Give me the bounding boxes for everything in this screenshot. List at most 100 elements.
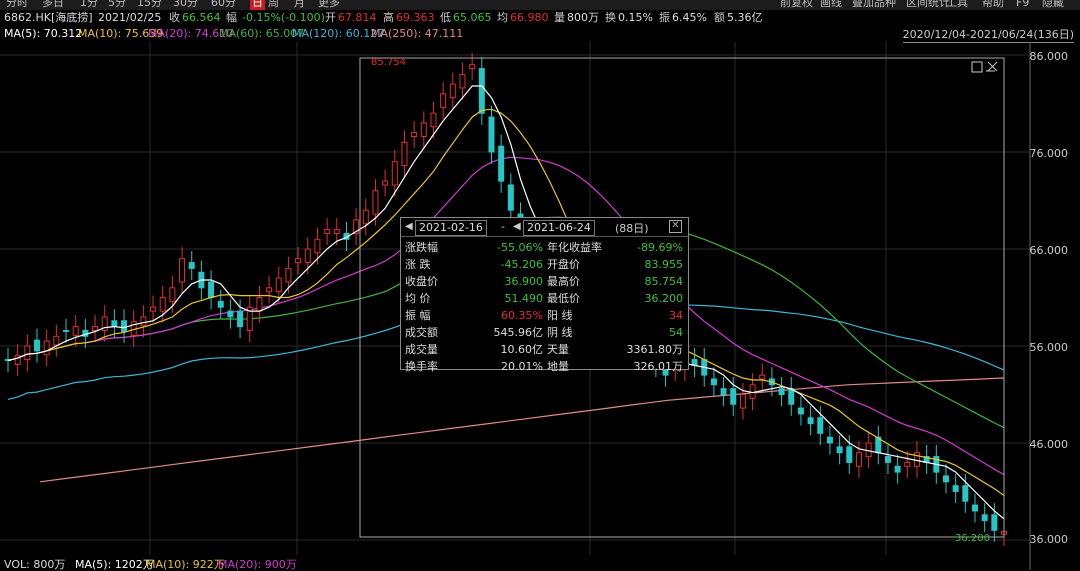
candle-body xyxy=(488,116,495,153)
candle-body xyxy=(991,514,998,531)
candle-body xyxy=(314,238,321,254)
end-date-field[interactable]: 2021-06-24 xyxy=(523,220,595,236)
prev-date-arrow-icon[interactable]: ◀ xyxy=(405,221,413,232)
stat-label: 天量 xyxy=(547,343,569,356)
candle-body xyxy=(237,310,244,328)
candle-body xyxy=(179,258,186,283)
candle-body xyxy=(150,306,157,312)
stat-value: 36.200 xyxy=(644,292,684,305)
candle-body xyxy=(227,310,234,318)
stat-label: 收盘价 xyxy=(405,275,438,288)
stat-value: -89.69% xyxy=(637,241,683,254)
volume-legend-row: VOL: 800万 MA(5): 1202万 MA(10): 922万 MA(2… xyxy=(0,558,1080,571)
candle-body xyxy=(333,229,340,234)
range-stats-panel: ◀ 2021-02-16 - ◀ 2021-06-24 (88日) ✕ 涨跌幅 -… xyxy=(400,217,689,373)
vol-ma20-label: MA(20): 900万 xyxy=(218,558,297,571)
y-tick-36: 36.000 xyxy=(1029,533,1069,546)
stat-value: 34 xyxy=(669,309,683,322)
date-separator: - xyxy=(501,220,505,233)
candle-body xyxy=(855,452,862,467)
candle-body xyxy=(34,339,41,352)
candle-body xyxy=(710,378,717,386)
candle-body xyxy=(904,461,911,467)
candle-body xyxy=(362,209,369,225)
candle-body xyxy=(382,180,389,186)
candle-body xyxy=(981,514,988,522)
candle-body xyxy=(275,277,282,293)
candle-body xyxy=(846,446,853,463)
candle-body xyxy=(430,112,437,128)
stat-value: 85.754 xyxy=(644,275,684,288)
stat-value: 51.490 xyxy=(504,292,544,305)
stat-label: 地量 xyxy=(547,360,569,373)
stat-value: 3361.80万 xyxy=(626,343,684,356)
candle-body xyxy=(730,388,737,405)
candle-body xyxy=(63,329,70,332)
candle-body xyxy=(797,407,804,415)
candle-body xyxy=(498,145,505,182)
candle-body xyxy=(749,384,756,399)
stat-value: 83.955 xyxy=(644,258,684,271)
candle-body xyxy=(739,394,746,409)
vol-ma10-label: MA(10): 922万 xyxy=(146,558,225,571)
stat-value: 326.01万 xyxy=(633,360,684,373)
stat-label: 阳 线 xyxy=(547,309,573,322)
candle-body xyxy=(459,73,466,89)
stat-label: 均 价 xyxy=(405,292,431,305)
candle-body xyxy=(478,68,485,114)
y-tick-66: 66.000 xyxy=(1029,244,1069,257)
close-panel-icon[interactable]: ✕ xyxy=(669,220,682,233)
candle-body xyxy=(72,326,79,336)
candle-body xyxy=(720,388,727,395)
candle-body xyxy=(111,320,118,328)
stat-value: 54 xyxy=(669,326,683,339)
y-tick-86: 86.000 xyxy=(1029,50,1069,63)
next-date-arrow-icon[interactable]: ◀ xyxy=(513,221,521,232)
candle-body xyxy=(401,141,408,167)
stat-label: 成交额 xyxy=(405,326,438,339)
y-tick-56: 56.000 xyxy=(1029,341,1069,354)
candle-body xyxy=(778,388,785,395)
candle-body xyxy=(391,161,398,186)
candle-body xyxy=(952,485,959,492)
candle-body xyxy=(440,93,447,108)
candle-body xyxy=(894,465,901,473)
candle-body xyxy=(817,417,824,434)
stat-value: 60.35% xyxy=(501,309,543,322)
stat-label: 涨跌幅 xyxy=(405,241,438,254)
candle-body xyxy=(942,475,949,483)
candle-body xyxy=(372,190,379,215)
stat-value: 20.01% xyxy=(501,360,543,373)
candle-body xyxy=(53,335,60,346)
candle-body xyxy=(217,300,224,308)
candle-body xyxy=(159,297,166,312)
candle-body xyxy=(324,229,331,234)
candle-body xyxy=(788,388,795,405)
candle-body xyxy=(43,340,50,356)
vol-label: VOL: 800万 xyxy=(4,558,66,571)
stat-value: 545.96亿 xyxy=(493,326,544,339)
candle-body xyxy=(169,287,176,302)
stat-label: 涨 跌 xyxy=(405,258,431,271)
candle-body xyxy=(92,326,99,331)
candle-body xyxy=(188,262,195,269)
start-date-field[interactable]: 2021-02-16 xyxy=(415,220,487,236)
candle-body xyxy=(449,83,456,99)
stat-label: 开盘价 xyxy=(547,258,580,271)
stat-label: 阴 线 xyxy=(547,326,573,339)
candle-body xyxy=(295,258,302,264)
stat-label: 振 幅 xyxy=(405,309,431,322)
max-price-label: 85.754 xyxy=(371,57,406,68)
stat-value: -45.206 xyxy=(500,258,543,271)
stat-label: 最高价 xyxy=(547,275,580,288)
min-price-label: 36.200 xyxy=(955,533,990,544)
candle-body xyxy=(971,504,978,512)
vol-ma5-label: MA(5): 1202万 xyxy=(75,558,154,571)
close-icon[interactable] xyxy=(987,61,998,72)
stat-label: 最低价 xyxy=(547,292,580,305)
candle-body xyxy=(256,297,263,312)
candle-body xyxy=(140,316,147,327)
candle-body xyxy=(865,442,872,458)
candle-body xyxy=(121,320,128,332)
candle-body xyxy=(285,267,292,283)
